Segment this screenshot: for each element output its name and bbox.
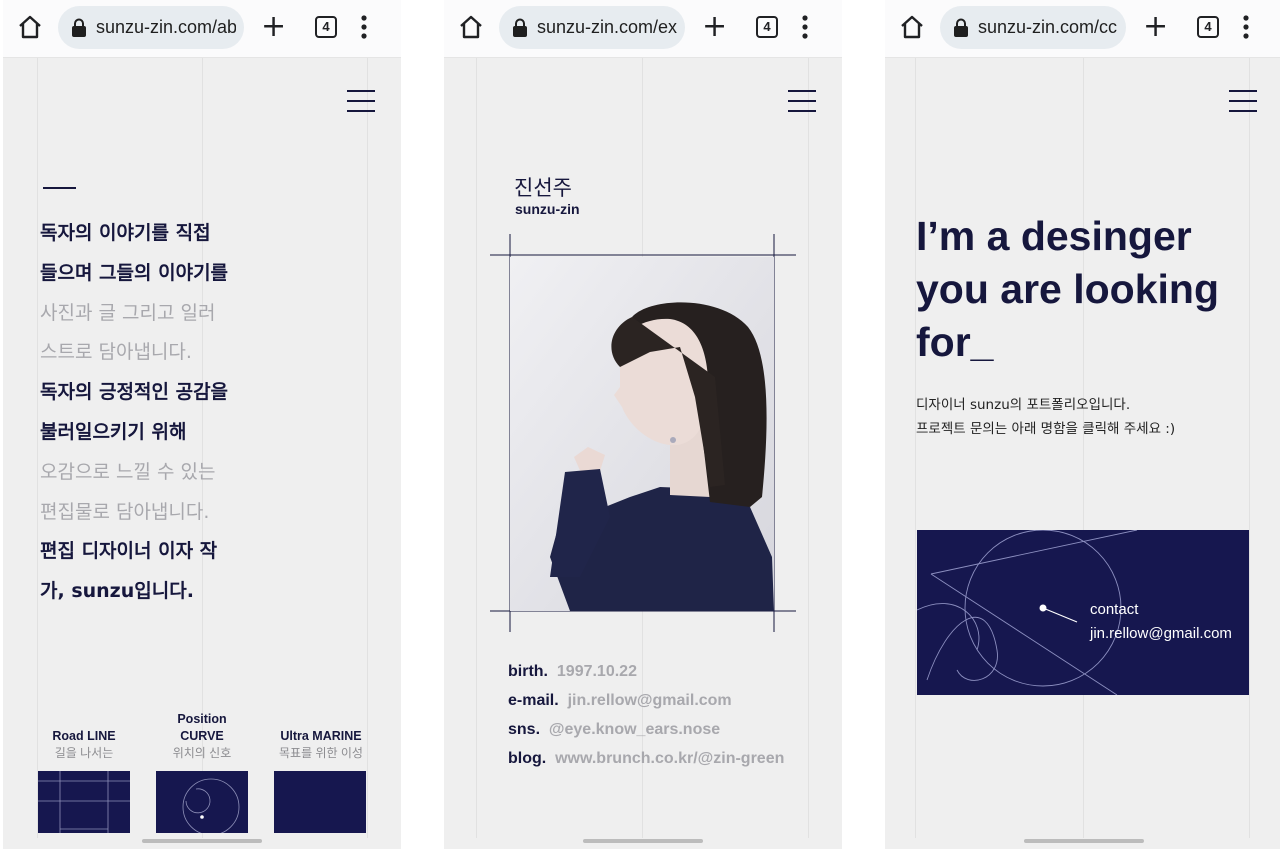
statement-line: 편집 디자이너 이자 작 bbox=[40, 540, 218, 563]
category-position-curve[interactable]: Position CURVE 위치의 신호 bbox=[156, 711, 248, 762]
info-row-birth: birth. 1997.10.22 bbox=[508, 663, 637, 680]
tab-switcher-button[interactable]: 4 bbox=[1197, 16, 1219, 38]
profile-info-list: birth. 1997.10.22 e-mail. jin.rellow@gma… bbox=[508, 657, 818, 773]
category-road-line[interactable]: Road LINE 길을 나서는 bbox=[38, 728, 130, 762]
lock-icon bbox=[72, 18, 86, 37]
address-bar[interactable]: sunzu-zin.com/ab bbox=[58, 6, 244, 49]
info-row-sns: sns. @eye.know_ears.nose bbox=[508, 721, 721, 738]
more-menu-icon[interactable] bbox=[1243, 14, 1249, 40]
thumbnail-road-line[interactable] bbox=[38, 771, 130, 833]
home-icon[interactable] bbox=[899, 14, 925, 40]
gesture-bar bbox=[1024, 839, 1144, 843]
hamburger-menu-icon[interactable] bbox=[347, 90, 375, 114]
info-row-email: e-mail. jin.rellow@gmail.com bbox=[508, 692, 732, 709]
new-tab-icon[interactable]: + bbox=[1143, 12, 1168, 42]
home-icon[interactable] bbox=[17, 14, 43, 40]
grid-line bbox=[37, 58, 38, 838]
phone-screen-profile: sunzu-zin.com/ex + 4 진선주 sunzu-zin birth… bbox=[444, 0, 842, 849]
address-bar[interactable]: sunzu-zin.com/cc bbox=[940, 6, 1126, 49]
statement-line: 불러일으키기 위해 bbox=[40, 420, 187, 443]
grid-line bbox=[367, 58, 368, 838]
phone-screen-about: sunzu-zin.com/ab + 4 독자의 이야기를 직접 들으며 그들의… bbox=[3, 0, 401, 849]
gesture-bar bbox=[142, 839, 262, 843]
info-row-blog: blog. www.brunch.co.kr/@zin-green bbox=[508, 750, 785, 767]
lock-icon bbox=[954, 18, 968, 37]
statement-line: 가, sunzu입니다. bbox=[40, 580, 194, 603]
statement-line: 독자의 이야기를 직접 bbox=[40, 222, 211, 244]
business-card[interactable]: contact jin.rellow@gmail.com bbox=[917, 530, 1249, 695]
more-menu-icon[interactable] bbox=[361, 14, 367, 40]
thumbnail-position-curve[interactable] bbox=[156, 771, 248, 833]
accent-dash bbox=[43, 187, 76, 189]
portfolio-description: 디자이너 sunzu의 포트폴리오입니다. 프로젝트 문의는 아래 명함을 클릭… bbox=[916, 397, 1176, 437]
thumbnail-ultra-marine[interactable] bbox=[274, 771, 366, 833]
statement-line: 오감으로 느낄 수 있는 bbox=[40, 460, 216, 483]
browser-toolbar: sunzu-zin.com/ab + 4 bbox=[3, 0, 401, 58]
url-text: sunzu-zin.com/ab bbox=[96, 17, 236, 37]
statement-line: 스트로 담아냅니다. bbox=[40, 341, 192, 364]
phone-screen-contact: sunzu-zin.com/cc + 4 I’m a desinger you … bbox=[885, 0, 1280, 849]
browser-toolbar: sunzu-zin.com/cc + 4 bbox=[885, 0, 1280, 58]
statement-line: 들으며 그들의 이야기를 bbox=[40, 261, 229, 284]
card-contact-text: contact jin.rellow@gmail.com bbox=[1090, 601, 1232, 642]
statement-line: 편집물로 담아냅니다. bbox=[40, 500, 210, 523]
hero-heading: I’m a desinger you are looking for_ bbox=[916, 213, 1219, 365]
tab-switcher-button[interactable]: 4 bbox=[315, 16, 337, 38]
grid-line bbox=[1083, 58, 1084, 838]
gesture-bar bbox=[583, 839, 703, 843]
about-statement: 독자의 이야기를 직접 들으며 그들의 이야기를 사진과 글 그리고 일러 스트… bbox=[40, 214, 280, 612]
category-ultra-marine[interactable]: Ultra MARINE 목표를 위한 이성 bbox=[271, 728, 371, 762]
hamburger-menu-icon[interactable] bbox=[1229, 90, 1257, 114]
new-tab-icon[interactable]: + bbox=[261, 12, 286, 42]
url-text: sunzu-zin.com/cc bbox=[978, 17, 1118, 37]
grid-line bbox=[915, 58, 916, 838]
statement-line: 사진과 글 그리고 일러 bbox=[40, 301, 216, 324]
profile-photo bbox=[510, 257, 774, 611]
grid-line bbox=[1249, 58, 1250, 838]
statement-line: 독자의 긍정적인 공감을 bbox=[40, 381, 229, 404]
